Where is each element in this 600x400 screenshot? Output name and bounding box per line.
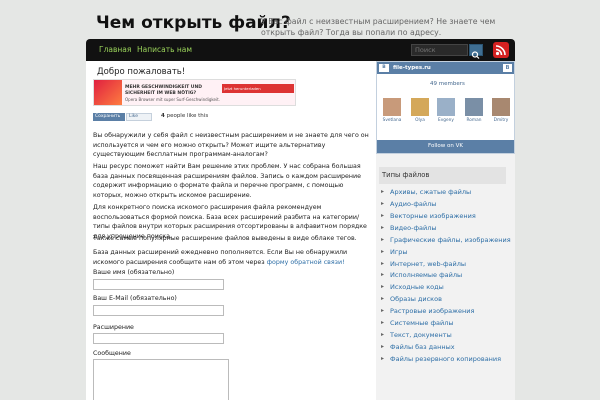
search-button[interactable] (469, 44, 483, 59)
category-link[interactable]: Системные файлы (381, 319, 511, 328)
database-paragraph: Наш ресурс поможет найти Вам решение эти… (93, 163, 361, 199)
ad-banner[interactable]: MEHR GESCHWINDIGKEIT UND SICHERHEIT IM W… (93, 79, 296, 106)
category-link[interactable]: Текст, документы (381, 331, 511, 340)
category-link[interactable]: Растровые изображения (381, 307, 511, 316)
share-button[interactable]: Сохранить (93, 113, 125, 121)
extension-field[interactable] (93, 333, 224, 344)
category-link[interactable]: Исполняемые файлы (381, 271, 511, 280)
avatar (411, 98, 429, 116)
name-label: Ваше имя (обязательно) (93, 269, 175, 276)
main-content: Добро пожаловать! MEHR GESCHWINDIGKEIT U… (86, 61, 376, 400)
ad-headline: MEHR GESCHWINDIGKEIT UND SICHERHEIT IM W… (125, 85, 202, 96)
page-title: Добро пожаловать! (97, 67, 186, 77)
rss-icon (495, 45, 506, 56)
vk-member[interactable]: Svetlana (382, 98, 402, 123)
extension-label: Расширение (93, 324, 134, 331)
category-link[interactable]: Графические файлы, изображения (381, 236, 511, 245)
email-label: Ваш E-Mail (обязательно) (93, 295, 177, 302)
category-list: Архивы, сжатые файлы Аудио-файлы Векторн… (381, 185, 511, 363)
vk-member-name: Roman (466, 118, 482, 123)
like-count: 4 people like this (161, 113, 208, 119)
search-input[interactable] (411, 44, 468, 56)
category-link[interactable]: Архивы, сжатые файлы (381, 188, 511, 197)
name-field[interactable] (93, 279, 224, 290)
category-link[interactable]: Файлы резервного копирования (381, 355, 511, 364)
like-button[interactable]: Like (126, 113, 152, 121)
nav-home[interactable]: Главная (99, 45, 131, 54)
avatar (437, 98, 455, 116)
vk-widget-header: B file-types.ru B (377, 62, 514, 74)
vk-member-count: 49 members (430, 81, 465, 87)
vk-member-name: Dmitry (493, 118, 509, 123)
ad-download-button[interactable]: Jetzt herunterladen (222, 84, 294, 93)
category-link[interactable]: Образы дисков (381, 295, 511, 304)
category-link[interactable]: Векторные изображения (381, 212, 511, 221)
intro-paragraph: Вы обнаружили у себя файл с неизвестным … (93, 132, 369, 158)
categories-heading: Типы файлов (379, 167, 506, 184)
message-field[interactable] (93, 359, 229, 400)
category-link[interactable]: Аудио-файлы (381, 200, 511, 209)
email-field[interactable] (93, 305, 224, 316)
category-link[interactable]: Интернет, web-файлы (381, 260, 511, 269)
vk-member[interactable]: Olya (410, 98, 430, 123)
vk-community-widget: B file-types.ru B 49 members Svetlana Ol… (376, 61, 515, 154)
category-link[interactable]: Исходные коды (381, 283, 511, 292)
site-header: Чем открыть файл? У Вас файл с неизвестн… (0, 0, 600, 40)
vk-follow-button[interactable]: Follow on VK (377, 140, 514, 153)
avatar (492, 98, 510, 116)
sidebar: B file-types.ru B 49 members Svetlana Ol… (376, 61, 515, 400)
vk-member-name: Svetlana (382, 118, 402, 123)
feedback-link[interactable]: форму обратной связи! (267, 259, 345, 266)
vk-member[interactable]: Dmitry (491, 98, 511, 123)
nav-contact[interactable]: Написать нам (137, 45, 192, 54)
category-link[interactable]: Игры (381, 248, 511, 257)
rss-button[interactable] (493, 42, 509, 58)
vk-group-name[interactable]: file-types.ru (393, 65, 431, 71)
message-label: Сообщение (93, 350, 131, 357)
category-link[interactable]: Файлы баз данных (381, 343, 511, 352)
avatar (383, 98, 401, 116)
category-link[interactable]: Видео-файлы (381, 224, 511, 233)
like-count-text: people like this (164, 113, 209, 119)
feedback-paragraph: База данных расширений ежедневно пополня… (93, 248, 369, 267)
site-description: У Вас файл с неизвестным расширением? Не… (261, 17, 496, 37)
vk-logo-icon: B (379, 64, 389, 72)
vk-member[interactable]: Evgeny (436, 98, 456, 123)
main-navigation: Главная Написать нам (86, 39, 515, 61)
ad-image (94, 80, 122, 105)
tags-paragraph: Также самые популярные расширение файлов… (93, 235, 357, 242)
ad-subtext: Opera Browser mit super Surf-Geschwindig… (125, 97, 220, 102)
vk-member[interactable]: Roman (464, 98, 484, 123)
vk-icon[interactable]: B (503, 64, 512, 72)
avatar (465, 98, 483, 116)
search-icon (471, 51, 480, 59)
vk-member-name: Evgeny (438, 118, 454, 123)
vk-member-name: Olya (415, 118, 425, 123)
